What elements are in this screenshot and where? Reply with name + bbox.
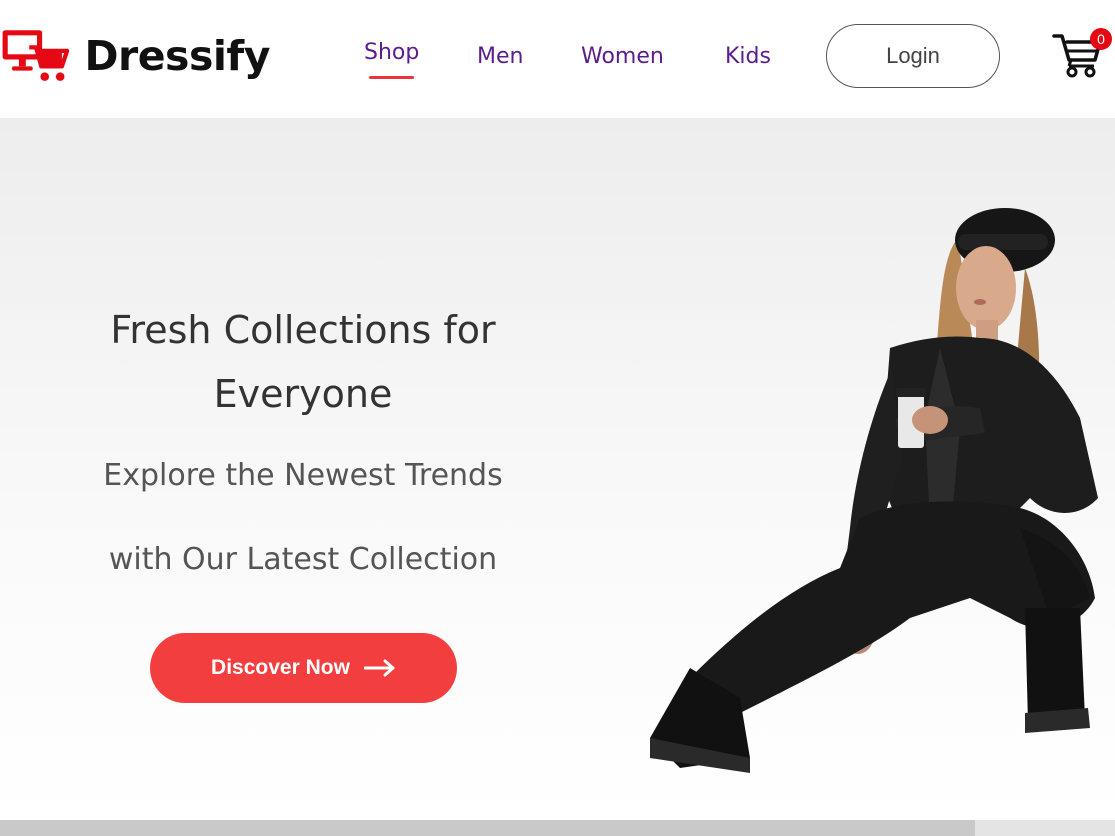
- nav-women[interactable]: Women: [581, 44, 664, 69]
- hero-title: Fresh Collections for Everyone: [60, 298, 546, 426]
- hero-model-image: [650, 208, 1098, 773]
- discover-now-button[interactable]: Discover Now: [150, 633, 457, 703]
- scrollbar-thumb[interactable]: [0, 820, 975, 836]
- hero-title-line1: Fresh Collections for: [110, 308, 496, 352]
- cart-count-badge: 0: [1090, 28, 1112, 50]
- arrow-right-icon: [363, 659, 395, 677]
- horizontal-scrollbar[interactable]: [0, 820, 1115, 836]
- login-button[interactable]: Login: [826, 24, 1000, 88]
- brand-name: Dressify: [84, 32, 271, 80]
- nav-men[interactable]: Men: [477, 44, 523, 69]
- nav-shop[interactable]: Shop: [364, 40, 419, 79]
- nav-kids[interactable]: Kids: [725, 44, 771, 69]
- site-header: Dressify Shop Men Women Kids Login 0: [0, 0, 1115, 118]
- shop-monitor-cart-icon: [2, 30, 70, 81]
- hero-title-line2: Everyone: [213, 372, 393, 416]
- brand-logo[interactable]: Dressify: [0, 20, 270, 92]
- hero-subtitle-line2: with Our Latest Collection: [108, 542, 498, 577]
- hero-section: Fresh Collections for Everyone Explore t…: [0, 118, 1115, 820]
- discover-now-label: Discover Now: [211, 656, 350, 679]
- hero-subtitle-line1: Explore the Newest Trends: [103, 458, 503, 493]
